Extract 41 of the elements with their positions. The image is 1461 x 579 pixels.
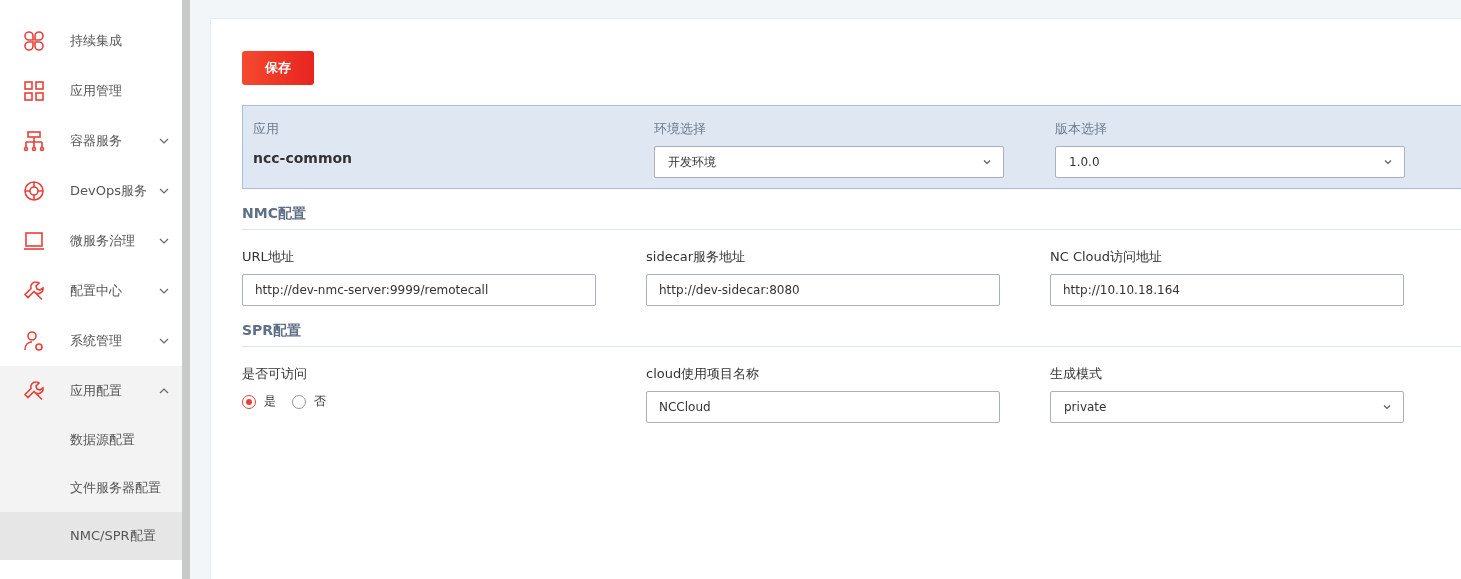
field-label: 是否可访问 (242, 365, 308, 383)
input-field[interactable]: http://dev-sidecar:8080 (646, 274, 1000, 306)
wrench-icon (22, 279, 46, 303)
sidebar-subitem[interactable]: 文件服务器配置 (0, 464, 182, 512)
radio-label: 否 (314, 393, 326, 410)
field-label: 生成模式 (1050, 365, 1103, 383)
radio-label: 是 (264, 393, 276, 410)
section-title: NMC配置 (242, 205, 1461, 230)
lifebuoy-icon (22, 179, 46, 203)
sidebar-item[interactable]: 微服务治理 (0, 216, 182, 266)
input-field[interactable]: http://dev-nmc-server:9999/remotecall (242, 274, 596, 306)
input-field[interactable]: http://10.10.18.164 (1050, 274, 1404, 306)
sidebar-item[interactable]: 系统管理 (0, 316, 182, 366)
laptop-icon (22, 229, 46, 253)
field-label: 环境选择 (654, 120, 707, 138)
clover-icon (22, 29, 46, 53)
input-field[interactable]: NCCloud (646, 391, 1000, 423)
field-label: sidecar服务地址 (646, 248, 747, 266)
hierarchy-icon (22, 129, 46, 153)
grid-icon (22, 79, 46, 103)
field-label: NC Cloud访问地址 (1050, 248, 1164, 266)
field-label: 版本选择 (1055, 120, 1108, 138)
sidebar-item[interactable]: DevOps服务 (0, 166, 182, 216)
sidebar-subitem[interactable]: NMC/SPR配置 (0, 512, 182, 560)
field-label: cloud使用项目名称 (646, 365, 761, 383)
field-label: URL地址 (242, 248, 295, 266)
sidebar-item[interactable]: 配置中心 (0, 266, 182, 316)
field-label: 应用 (253, 120, 280, 138)
sidebar-item[interactable]: 应用管理 (0, 66, 182, 116)
wrench-icon (22, 379, 46, 403)
sidebar-subitem[interactable]: 数据源配置 (0, 416, 182, 464)
sidebar-item[interactable]: 应用配置 (0, 366, 182, 416)
sidebar-item[interactable]: 容器服务 (0, 116, 182, 166)
select-field[interactable]: private (1050, 391, 1404, 423)
sidebar-item[interactable]: 持续集成 (0, 16, 182, 66)
save-button[interactable]: 保存 (242, 51, 314, 85)
select-field[interactable]: 1.0.0 (1055, 146, 1405, 178)
section-title: SPR配置 (242, 322, 1461, 347)
select-field[interactable]: 开发环境 (654, 146, 1004, 178)
app-name: ncc-common (253, 150, 354, 166)
scrollbar[interactable] (182, 0, 190, 579)
